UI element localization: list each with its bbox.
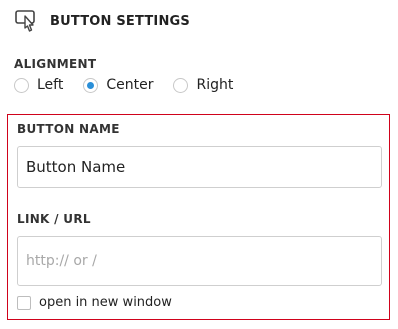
radio-center-label: Center: [106, 77, 154, 93]
link-url-input[interactable]: [17, 236, 382, 286]
panel-header: BUTTON SETTINGS: [14, 8, 190, 34]
new-window-checkbox[interactable]: [17, 295, 31, 310]
radio-left-label: Left: [37, 77, 64, 93]
radio-right-label: Right: [196, 77, 234, 93]
alignment-option-center[interactable]: Center: [83, 77, 153, 93]
alignment-option-left[interactable]: Left: [14, 77, 63, 93]
alignment-option-right[interactable]: Right: [173, 77, 233, 93]
page-title: BUTTON SETTINGS: [50, 13, 190, 29]
button-name-input[interactable]: [17, 146, 382, 188]
new-window-label: open in new window: [39, 295, 172, 310]
alignment-label: ALIGNMENT: [14, 57, 97, 71]
radio-right[interactable]: [173, 77, 189, 93]
button-name-label: BUTTON NAME: [17, 122, 120, 136]
radio-left[interactable]: [14, 77, 29, 93]
link-url-label: LINK / URL: [17, 212, 91, 226]
new-window-option[interactable]: open in new window: [17, 295, 172, 310]
alignment-radio-group: Left Center Right: [14, 77, 253, 93]
pointer-cursor-button-icon: [15, 10, 35, 32]
radio-center[interactable]: [83, 77, 99, 93]
button-details-panel: BUTTON NAME LINK / URL open in new windo…: [7, 114, 390, 320]
